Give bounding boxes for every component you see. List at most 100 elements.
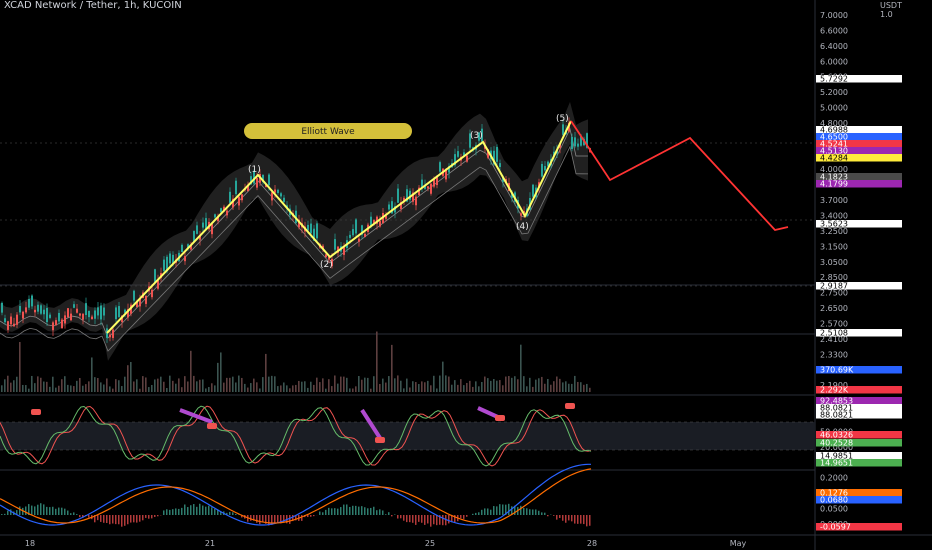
macd-histogram-bar <box>31 505 33 515</box>
volume-bar <box>565 381 567 392</box>
wave-label-3: (3) <box>470 131 483 141</box>
macd-histogram-bar <box>376 510 378 515</box>
chart-title: XCAD Network / Tether, 1h, KUCOIN <box>4 0 182 11</box>
macd-histogram-bar <box>184 504 186 515</box>
macd-histogram-bar <box>1 514 3 515</box>
volume-bar <box>394 378 396 392</box>
time-axis[interactable]: 18 21 25 28 May <box>25 539 747 548</box>
macd-histogram-bar <box>214 508 216 515</box>
macd-histogram-bar <box>274 515 276 524</box>
macd-histogram-bar <box>88 515 90 518</box>
macd-histogram-bar <box>196 506 198 515</box>
price-badges: 5.72924.69884.65004.52414.51304.42844.18… <box>816 75 902 532</box>
macd-histogram-bar <box>391 515 393 517</box>
candle-body <box>25 307 27 313</box>
volume-bar <box>508 376 510 392</box>
volume-bar <box>118 380 120 392</box>
volume-bar <box>496 380 498 392</box>
volume-bar <box>295 384 297 392</box>
macd-histogram-bar <box>553 515 555 516</box>
volume-bar <box>400 380 402 392</box>
volume-bar <box>235 382 237 392</box>
volume-bar <box>7 375 9 392</box>
candle-body <box>10 316 12 325</box>
volume-bar <box>388 376 390 392</box>
chart-canvas[interactable]: 7.00006.60006.40006.00005.60005.20005.00… <box>0 0 932 550</box>
candle-body <box>67 308 69 318</box>
macd-histogram-bar <box>337 508 339 515</box>
macd-histogram-bar <box>421 515 423 523</box>
volume-bar <box>568 383 570 392</box>
volume-bar <box>238 375 240 392</box>
candle-body <box>241 194 243 201</box>
macd-histogram-bar <box>262 515 264 523</box>
candle-body <box>235 180 237 195</box>
bearish-signal-tag <box>31 409 41 415</box>
candle-body <box>184 256 186 262</box>
volume-bar <box>67 384 69 392</box>
volume-bar <box>19 341 21 392</box>
volume-bar <box>259 388 261 392</box>
macd-histogram-bar <box>103 515 105 523</box>
candle-body <box>307 224 309 231</box>
volume-bar <box>484 376 486 392</box>
volume-bar <box>427 380 429 392</box>
macd-histogram-bar <box>40 503 42 515</box>
volume-bar <box>37 376 39 392</box>
macd-histogram-bar <box>166 509 168 515</box>
volume-bar <box>493 379 495 392</box>
macd-histogram-bar <box>100 515 102 522</box>
candle-body <box>430 183 432 194</box>
macd-histogram-bar <box>409 515 411 523</box>
volume-bar <box>448 376 450 392</box>
candle-body <box>283 197 285 203</box>
volume-bar <box>544 383 546 392</box>
volume-bar <box>28 388 30 392</box>
volume-bar <box>205 388 207 392</box>
axis-currency: USDT <box>880 1 902 10</box>
volume-bar <box>346 377 348 392</box>
candle-body <box>316 223 318 239</box>
time-axis-tick: 25 <box>425 539 435 548</box>
elliott-wave-callout[interactable]: Elliott Wave <box>244 123 412 139</box>
volume-bar <box>286 385 288 392</box>
candle-body <box>37 304 39 312</box>
volume-bar <box>55 387 57 392</box>
volume-bar <box>523 376 525 392</box>
macd-histogram-bar <box>565 515 567 523</box>
volume-bar <box>511 377 513 392</box>
volume-bar <box>265 353 267 392</box>
candle-body <box>280 193 282 197</box>
volume-bar <box>46 381 48 392</box>
volume-bar <box>331 386 333 392</box>
volume-bar <box>301 381 303 392</box>
candle-body <box>94 310 96 319</box>
volume-bar <box>199 379 201 392</box>
wave-label-5: (5) <box>556 114 569 124</box>
macd-histogram-bar <box>37 504 39 515</box>
candle-body <box>19 306 21 313</box>
volume-bar <box>334 375 336 392</box>
volume-bar <box>22 384 24 392</box>
volume-bar <box>10 382 12 392</box>
price-badge-text: 370.69K <box>820 366 854 375</box>
volume-bar <box>166 388 168 392</box>
volume-bar <box>88 381 90 392</box>
candle-body <box>91 316 93 320</box>
macd-histogram-bar <box>508 503 510 515</box>
macd-histogram-bar <box>403 515 405 521</box>
macd-histogram-bar <box>73 512 75 515</box>
macd-histogram-bar <box>67 510 69 515</box>
volume-bar <box>547 378 549 392</box>
macd-histogram-bar <box>145 515 147 518</box>
macd-histogram-bar <box>232 512 234 515</box>
price-badge-text: 2.292K <box>820 386 849 395</box>
macd-histogram-bar <box>181 507 183 515</box>
candle-body <box>544 166 546 171</box>
macd-histogram-bar <box>79 515 81 518</box>
macd-histogram-bar <box>460 515 462 518</box>
volume-bar <box>34 383 36 392</box>
macd-histogram-bar <box>340 507 342 515</box>
volume-bar <box>127 365 129 392</box>
candle-body <box>103 307 105 316</box>
